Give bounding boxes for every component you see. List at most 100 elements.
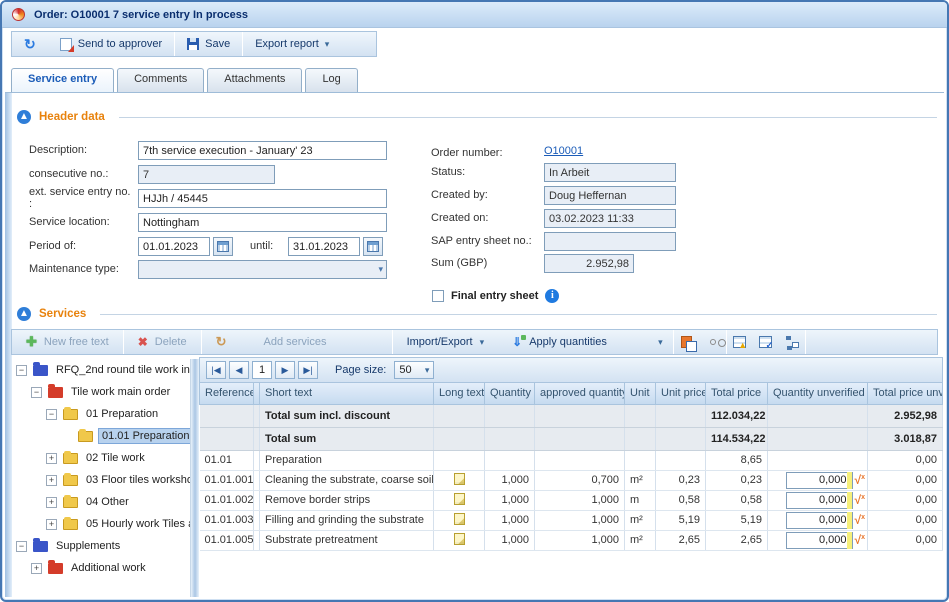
services-toolbar: ✚ New free text ✖ Delete ↻ Add services … (11, 329, 938, 355)
tree-node[interactable]: −01 Preparation (12, 403, 190, 425)
collapse-node-icon[interactable]: − (16, 365, 27, 376)
tree-node[interactable]: +Additional work (12, 557, 190, 579)
collapse-node-icon[interactable]: − (46, 409, 57, 420)
cell-quantity-unverified (768, 450, 868, 470)
grid-warning-button[interactable]: ▲ (728, 332, 752, 352)
tree-node[interactable]: +02 Tile work (12, 447, 190, 469)
tree-node-label: 04 Other (83, 495, 132, 509)
formula-icon[interactable]: √x (855, 474, 866, 486)
table-row[interactable]: Total sum114.534,223.018,87 (200, 427, 943, 450)
grid-check-button[interactable]: ✓ (754, 332, 778, 352)
tree-node[interactable]: +05 Hourly work Tiles an (12, 513, 190, 535)
copy-view-button[interactable] (675, 332, 699, 352)
quantity-unverified-input[interactable] (787, 473, 847, 488)
period-from-input[interactable] (138, 237, 210, 256)
column-header-unit[interactable]: Unit (625, 383, 656, 404)
table-row[interactable]: 01.01.0010Cleaning the substrate, coarse… (200, 470, 943, 490)
send-to-approver-button[interactable]: Send to approver (48, 32, 174, 56)
tab-log[interactable]: Log (305, 68, 357, 93)
quantity-unverified-input[interactable] (787, 513, 847, 528)
cell-short-text: Substrate pretreatment (260, 530, 434, 550)
formula-icon[interactable]: √x (855, 494, 866, 506)
tab-service-entry[interactable]: Service entry (11, 68, 114, 93)
column-header-total-price-unverified[interactable]: Total price unverified (868, 383, 943, 404)
period-until-calendar-button[interactable] (363, 237, 383, 256)
column-header-approved-quantity[interactable]: approved quantity (535, 383, 625, 404)
import-export-button[interactable]: Import/Export ▾ (393, 330, 499, 354)
expand-node-icon[interactable]: + (46, 475, 57, 486)
column-header-quantity-unverified[interactable]: Quantity unverified (768, 383, 868, 404)
export-report-button[interactable]: Export report ▾ (243, 32, 341, 56)
cell-reference: 01.01.0010 (200, 470, 254, 490)
expand-node-icon[interactable]: + (31, 563, 42, 574)
description-input[interactable] (138, 141, 387, 160)
new-free-text-button[interactable]: ✚ New free text (12, 330, 123, 354)
tree-node[interactable]: +04 Other (12, 491, 190, 513)
cell-unit-price: 0,58 (656, 490, 706, 510)
preview-button[interactable] (701, 332, 725, 352)
column-header-quantity[interactable]: Quantity (485, 383, 535, 404)
table-row[interactable]: 01.01.0020Remove border strips1,0001,000… (200, 490, 943, 510)
ext-service-entry-no-input[interactable] (138, 189, 387, 208)
collapse-node-icon[interactable]: − (16, 541, 27, 552)
collapse-node-icon[interactable]: − (31, 387, 42, 398)
refresh-icon: ↻ (24, 37, 36, 51)
tree-node[interactable]: +03 Floor tiles workshop (12, 469, 190, 491)
refresh-button[interactable]: ↻ (12, 32, 48, 56)
expand-node-icon[interactable]: + (46, 519, 57, 530)
tree-node[interactable]: −RFQ_2nd round tile work in ba (12, 359, 190, 381)
column-header-unit-price[interactable]: Unit price (656, 383, 706, 404)
window-title: Order: O10001 7 service entry In process (34, 9, 248, 21)
cell-long-text (434, 530, 485, 550)
add-services-button[interactable]: ↻ Add services (202, 330, 392, 354)
table-row[interactable]: Total sum incl. discount112.034,222.952,… (200, 404, 943, 427)
delete-button[interactable]: ✖ Delete (124, 330, 201, 354)
cell-quantity (485, 404, 535, 427)
service-location-input[interactable] (138, 213, 387, 232)
apply-quantities-button[interactable]: ⇓ Apply quantities (498, 330, 658, 354)
tree-node[interactable]: −Tile work main order (12, 381, 190, 403)
column-header-long-text[interactable]: Long text (434, 383, 485, 404)
cell-unit-price: 5,19 (656, 510, 706, 530)
collapse-section-icon[interactable]: ▲ (17, 110, 31, 124)
tree-node[interactable]: −Supplements (12, 535, 190, 557)
table-row[interactable]: 01.01.0030Filling and grinding the subst… (200, 510, 943, 530)
formula-icon[interactable]: √x (855, 514, 866, 526)
long-text-note-icon[interactable] (454, 533, 465, 545)
final-entry-sheet-checkbox[interactable] (432, 290, 444, 302)
tree-splitter[interactable] (191, 359, 199, 597)
table-row[interactable]: 01.01.0050Substrate pretreatment1,0001,0… (200, 530, 943, 550)
next-page-button[interactable]: ▶ (275, 361, 295, 379)
cell-unit-price (656, 450, 706, 470)
tree-view-button[interactable] (780, 332, 804, 352)
page-size-select[interactable]: 50 ▾ (394, 361, 434, 379)
last-page-button[interactable]: ▶| (298, 361, 318, 379)
table-row[interactable]: 01.01Preparation8,650,00 (200, 450, 943, 470)
long-text-note-icon[interactable] (454, 513, 465, 525)
cell-approved-quantity: 0,700 (535, 470, 625, 490)
tab-comments[interactable]: Comments (117, 68, 204, 93)
maintenance-type-select[interactable]: ▾ (138, 260, 387, 279)
quantity-unverified-input[interactable] (787, 493, 847, 508)
collapse-section-icon[interactable]: ▲ (17, 307, 31, 321)
column-header-total-price[interactable]: Total price (706, 383, 768, 404)
long-text-note-icon[interactable] (454, 493, 465, 505)
expand-node-icon[interactable]: + (46, 497, 57, 508)
long-text-note-icon[interactable] (454, 473, 465, 485)
sap-entry-sheet-no-label: SAP entry sheet no.: (431, 235, 532, 247)
period-from-calendar-button[interactable] (213, 237, 233, 256)
info-icon[interactable]: i (545, 289, 559, 303)
tab-attachments[interactable]: Attachments (207, 68, 302, 93)
column-header-reference[interactable]: Reference (200, 383, 254, 404)
first-page-button[interactable]: |◀ (206, 361, 226, 379)
prev-page-button[interactable]: ◀ (229, 361, 249, 379)
quantity-unverified-input[interactable] (787, 533, 847, 548)
column-header-short-text[interactable]: Short text (260, 383, 434, 404)
tree-node[interactable]: 01.01 Preparation (12, 425, 190, 447)
chevron-down-icon: ▾ (325, 39, 330, 50)
period-until-input[interactable] (288, 237, 360, 256)
save-button[interactable]: Save (175, 32, 242, 56)
formula-icon[interactable]: √x (855, 534, 866, 546)
expand-node-icon[interactable]: + (46, 453, 57, 464)
order-number-link[interactable]: O10001 (544, 145, 583, 157)
